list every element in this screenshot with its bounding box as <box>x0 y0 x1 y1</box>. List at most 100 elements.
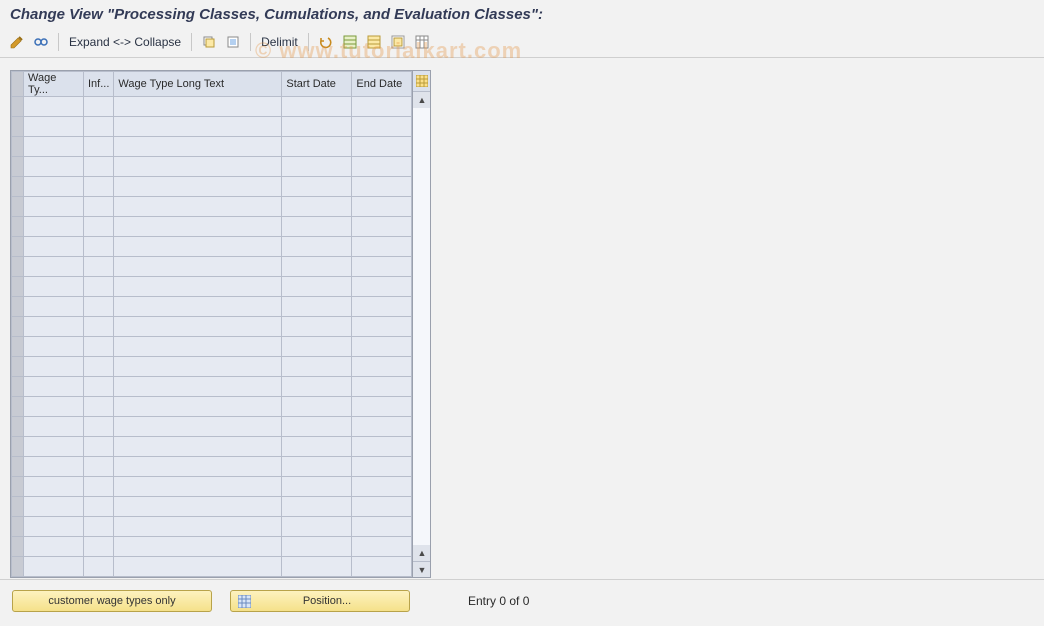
table-row[interactable] <box>12 177 412 197</box>
table-cell[interactable] <box>24 217 84 237</box>
table-cell[interactable] <box>24 137 84 157</box>
table-cell[interactable] <box>352 97 412 117</box>
table-cell[interactable] <box>114 257 282 277</box>
table-cell[interactable] <box>282 497 352 517</box>
table-row[interactable] <box>12 197 412 217</box>
scroll-down-icon[interactable]: ▼ <box>413 561 430 577</box>
row-selector[interactable] <box>12 217 24 237</box>
table-cell[interactable] <box>352 197 412 217</box>
table-cell[interactable] <box>114 437 282 457</box>
position-button[interactable]: Position... <box>230 590 410 612</box>
table-cell[interactable] <box>282 177 352 197</box>
row-selector[interactable] <box>12 457 24 477</box>
table-cell[interactable] <box>282 217 352 237</box>
scroll-down-small-icon[interactable]: ▲ <box>413 545 430 561</box>
table-cell[interactable] <box>84 317 114 337</box>
table-row[interactable] <box>12 537 412 557</box>
delimit-button[interactable]: Delimit <box>259 35 300 49</box>
table-cell[interactable] <box>114 537 282 557</box>
expand-collapse-button[interactable]: Expand <-> Collapse <box>67 35 183 49</box>
table-cell[interactable] <box>84 397 114 417</box>
table-row[interactable] <box>12 277 412 297</box>
table-cell[interactable] <box>114 157 282 177</box>
table-row[interactable] <box>12 237 412 257</box>
table-cell[interactable] <box>352 357 412 377</box>
row-selector-header[interactable] <box>12 72 24 97</box>
table-cell[interactable] <box>352 457 412 477</box>
table-cell[interactable] <box>352 337 412 357</box>
row-selector[interactable] <box>12 97 24 117</box>
table-row[interactable] <box>12 397 412 417</box>
scroll-track[interactable] <box>413 108 430 545</box>
table-cell[interactable] <box>24 437 84 457</box>
table-cell[interactable] <box>24 397 84 417</box>
row-selector[interactable] <box>12 477 24 497</box>
table-cell[interactable] <box>114 177 282 197</box>
table-cell[interactable] <box>84 297 114 317</box>
table-cell[interactable] <box>24 237 84 257</box>
table-cell[interactable] <box>114 217 282 237</box>
table-row[interactable] <box>12 297 412 317</box>
table-cell[interactable] <box>282 257 352 277</box>
table-cell[interactable] <box>114 97 282 117</box>
table-cell[interactable] <box>84 97 114 117</box>
row-selector[interactable] <box>12 537 24 557</box>
table-cell[interactable] <box>282 157 352 177</box>
table-cell[interactable] <box>24 557 84 577</box>
table-cell[interactable] <box>282 117 352 137</box>
table-cell[interactable] <box>352 257 412 277</box>
table-row[interactable] <box>12 217 412 237</box>
row-selector[interactable] <box>12 517 24 537</box>
table-cell[interactable] <box>114 297 282 317</box>
table-cell[interactable] <box>84 477 114 497</box>
table-cell[interactable] <box>114 117 282 137</box>
table-cell[interactable] <box>282 377 352 397</box>
table-cell[interactable] <box>24 517 84 537</box>
new-entries-icon[interactable] <box>224 33 242 51</box>
table-cell[interactable] <box>282 457 352 477</box>
row-selector[interactable] <box>12 197 24 217</box>
table-cell[interactable] <box>114 277 282 297</box>
table-cell[interactable] <box>24 377 84 397</box>
table-cell[interactable] <box>84 137 114 157</box>
table-cell[interactable] <box>282 197 352 217</box>
table-cell[interactable] <box>84 457 114 477</box>
table-cell[interactable] <box>114 477 282 497</box>
table-row[interactable] <box>12 137 412 157</box>
row-selector[interactable] <box>12 277 24 297</box>
col-header-start-date[interactable]: Start Date <box>282 72 352 97</box>
table-cell[interactable] <box>24 297 84 317</box>
table-cell[interactable] <box>352 217 412 237</box>
table-cell[interactable] <box>282 97 352 117</box>
copy-icon[interactable] <box>200 33 218 51</box>
table-row[interactable] <box>12 117 412 137</box>
select-block-icon[interactable] <box>365 33 383 51</box>
table-cell[interactable] <box>114 517 282 537</box>
table-row[interactable] <box>12 557 412 577</box>
data-grid[interactable]: Wage Ty... Inf... Wage Type Long Text St… <box>11 71 412 577</box>
row-selector[interactable] <box>12 337 24 357</box>
table-cell[interactable] <box>84 157 114 177</box>
table-cell[interactable] <box>352 397 412 417</box>
table-cell[interactable] <box>352 537 412 557</box>
table-row[interactable] <box>12 377 412 397</box>
table-cell[interactable] <box>114 557 282 577</box>
table-cell[interactable] <box>24 477 84 497</box>
table-cell[interactable] <box>282 357 352 377</box>
table-cell[interactable] <box>24 277 84 297</box>
table-cell[interactable] <box>24 257 84 277</box>
table-settings-icon[interactable] <box>413 33 431 51</box>
table-cell[interactable] <box>84 277 114 297</box>
table-cell[interactable] <box>84 497 114 517</box>
table-cell[interactable] <box>84 517 114 537</box>
scroll-up-icon[interactable]: ▲ <box>413 92 430 108</box>
col-header-end-date[interactable]: End Date <box>352 72 412 97</box>
col-header-inf[interactable]: Inf... <box>84 72 114 97</box>
table-cell[interactable] <box>24 97 84 117</box>
table-cell[interactable] <box>282 277 352 297</box>
table-cell[interactable] <box>352 177 412 197</box>
table-cell[interactable] <box>84 257 114 277</box>
row-selector[interactable] <box>12 297 24 317</box>
table-cell[interactable] <box>282 557 352 577</box>
table-cell[interactable] <box>282 137 352 157</box>
